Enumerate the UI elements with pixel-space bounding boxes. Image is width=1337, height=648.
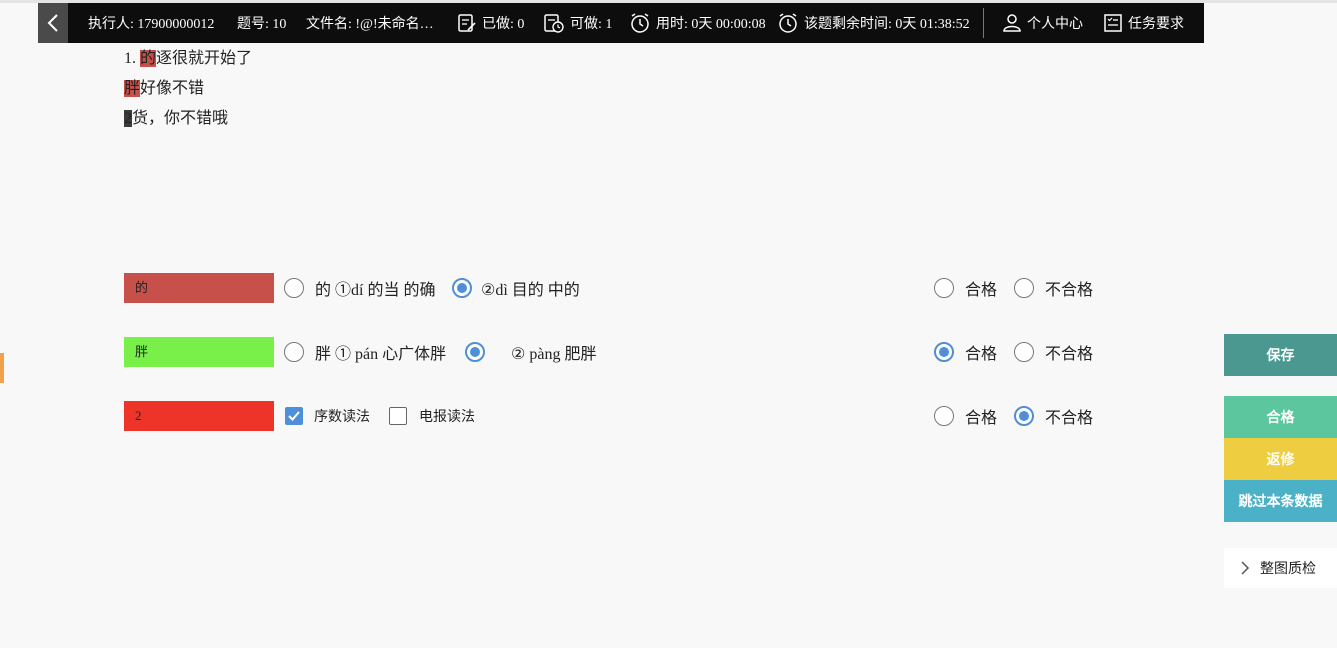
pronunciation-option-2[interactable]: ②dì 目的 中的 — [452, 273, 580, 303]
return-button[interactable]: 返修 — [1224, 438, 1337, 480]
radio-button[interactable] — [934, 406, 954, 426]
radio-button[interactable] — [1014, 278, 1034, 298]
question-number: 题号: 10 — [237, 17, 287, 32]
pass-button[interactable]: 合格 — [1224, 396, 1337, 438]
done-count: 已做: 0 — [457, 3, 524, 43]
radio-button-selected[interactable] — [452, 278, 472, 298]
doc-clock-icon — [544, 14, 564, 33]
char-tag: 2 — [124, 401, 274, 431]
task-list-icon — [1104, 14, 1122, 32]
requirements-link[interactable]: 任务要求 — [1103, 3, 1184, 43]
ordinal-reading-option[interactable]: 序数读法 — [285, 401, 370, 431]
option-label: ② pàng 肥胖 — [511, 346, 597, 363]
option-label: ②dì 目的 中的 — [481, 282, 580, 299]
radio-button[interactable] — [284, 342, 304, 362]
requirements-label: 任务要求 — [1128, 17, 1184, 32]
back-button[interactable] — [38, 3, 68, 43]
file-name: 文件名: !@!未命名… — [306, 17, 434, 32]
pronunciation-option-1[interactable]: 的 ①dí 的当 的确 — [284, 273, 435, 303]
checkbox[interactable] — [389, 407, 407, 425]
radio-button-selected[interactable] — [934, 342, 954, 362]
text-line-3: 2货，你不错哦 — [124, 106, 252, 136]
toolbar-divider — [983, 8, 984, 38]
highlighted-char[interactable]: 胖 — [124, 80, 141, 97]
radio-button[interactable] — [1014, 342, 1034, 362]
pass-option[interactable]: 合格 — [934, 273, 997, 303]
option-label: 胖 ① pán 心广体胖 — [315, 346, 447, 363]
executor-label: 执行人: 17900000012 — [88, 17, 215, 32]
radio-button[interactable] — [934, 278, 954, 298]
text-segment: 货，你不错哦 — [132, 110, 229, 127]
alarm-clock-icon — [779, 13, 797, 33]
fail-option[interactable]: 不合格 — [1014, 337, 1093, 367]
annotation-row: 2 序数读法 电报读法 合格 不合格 — [124, 401, 1124, 431]
save-button[interactable]: 保存 — [1224, 334, 1337, 376]
pass-label: 合格 — [965, 282, 998, 299]
available-count-text: 可做: 1 — [570, 17, 613, 32]
whole-image-check-button[interactable]: 整图质检 — [1224, 548, 1337, 588]
pronunciation-option-1[interactable]: 胖 ① pán 心广体胖 — [284, 337, 446, 367]
user-icon — [1003, 14, 1021, 32]
radio-button[interactable] — [284, 278, 304, 298]
skip-button[interactable]: 跳过本条数据 — [1224, 480, 1337, 522]
option-label: 的 ①dí 的当 的确 — [315, 282, 436, 299]
radio-button-selected[interactable] — [465, 342, 485, 362]
highlighted-char[interactable]: 2 — [124, 110, 132, 127]
chevron-right-icon — [1241, 561, 1250, 575]
text-segment: 逐很就开始了 — [156, 50, 253, 67]
text-segment: 好像不错 — [140, 80, 205, 97]
time-used: 用时: 0天 00:00:08 — [629, 3, 766, 43]
fail-option[interactable]: 不合格 — [1014, 401, 1093, 431]
annotation-row: 胖 胖 ① pán 心广体胖 ② pàng 肥胖 合格 不合格 — [124, 337, 1124, 367]
available-count: 可做: 1 — [543, 3, 612, 43]
pronunciation-option-2[interactable]: ② pàng 肥胖 — [465, 337, 596, 367]
text-line-2: 胖好像不错 — [124, 76, 252, 106]
chevron-left-icon — [47, 14, 58, 32]
whole-check-label: 整图质检 — [1260, 562, 1316, 577]
left-edge-marker — [0, 353, 4, 383]
pass-option[interactable]: 合格 — [934, 401, 997, 431]
top-toolbar: 执行人: 17900000012 题号: 10 文件名: !@!未命名… 已做:… — [38, 3, 1204, 43]
pass-label: 合格 — [965, 410, 998, 427]
alarm-clock-icon — [631, 13, 649, 33]
checkbox-checked[interactable] — [285, 407, 303, 425]
fail-option[interactable]: 不合格 — [1014, 273, 1093, 303]
option-label: 序数读法 — [314, 410, 370, 425]
fail-label: 不合格 — [1045, 410, 1094, 427]
checkmark-icon — [288, 411, 300, 421]
profile-label: 个人中心 — [1027, 17, 1083, 32]
line-number: 1. — [124, 50, 140, 67]
source-text: 1. 的逐很就开始了 胖好像不错 2货，你不错哦 — [124, 46, 252, 136]
char-tag: 胖 — [124, 337, 274, 367]
fail-label: 不合格 — [1045, 346, 1094, 363]
profile-link[interactable]: 个人中心 — [1002, 3, 1083, 43]
pass-option[interactable]: 合格 — [934, 337, 997, 367]
annotation-row: 的 的 ①dí 的当 的确 ②dì 目的 中的 合格 不合格 — [124, 273, 1124, 303]
done-count-text: 已做: 0 — [482, 17, 525, 32]
time-left-text: 该题剩余时间: 0天 01:38:52 — [804, 17, 970, 32]
radio-button-selected[interactable] — [1014, 406, 1034, 426]
option-label: 电报读法 — [419, 410, 475, 425]
pass-label: 合格 — [965, 346, 998, 363]
fail-label: 不合格 — [1045, 282, 1094, 299]
time-left: 该题剩余时间: 0天 01:38:52 — [777, 3, 970, 43]
text-line-1: 1. 的逐很就开始了 — [124, 46, 252, 76]
telegraph-reading-option[interactable]: 电报读法 — [389, 401, 475, 431]
char-tag: 的 — [124, 273, 274, 303]
highlighted-char[interactable]: 的 — [140, 50, 157, 67]
edit-doc-icon — [458, 14, 476, 32]
time-used-text: 用时: 0天 00:00:08 — [656, 17, 766, 32]
